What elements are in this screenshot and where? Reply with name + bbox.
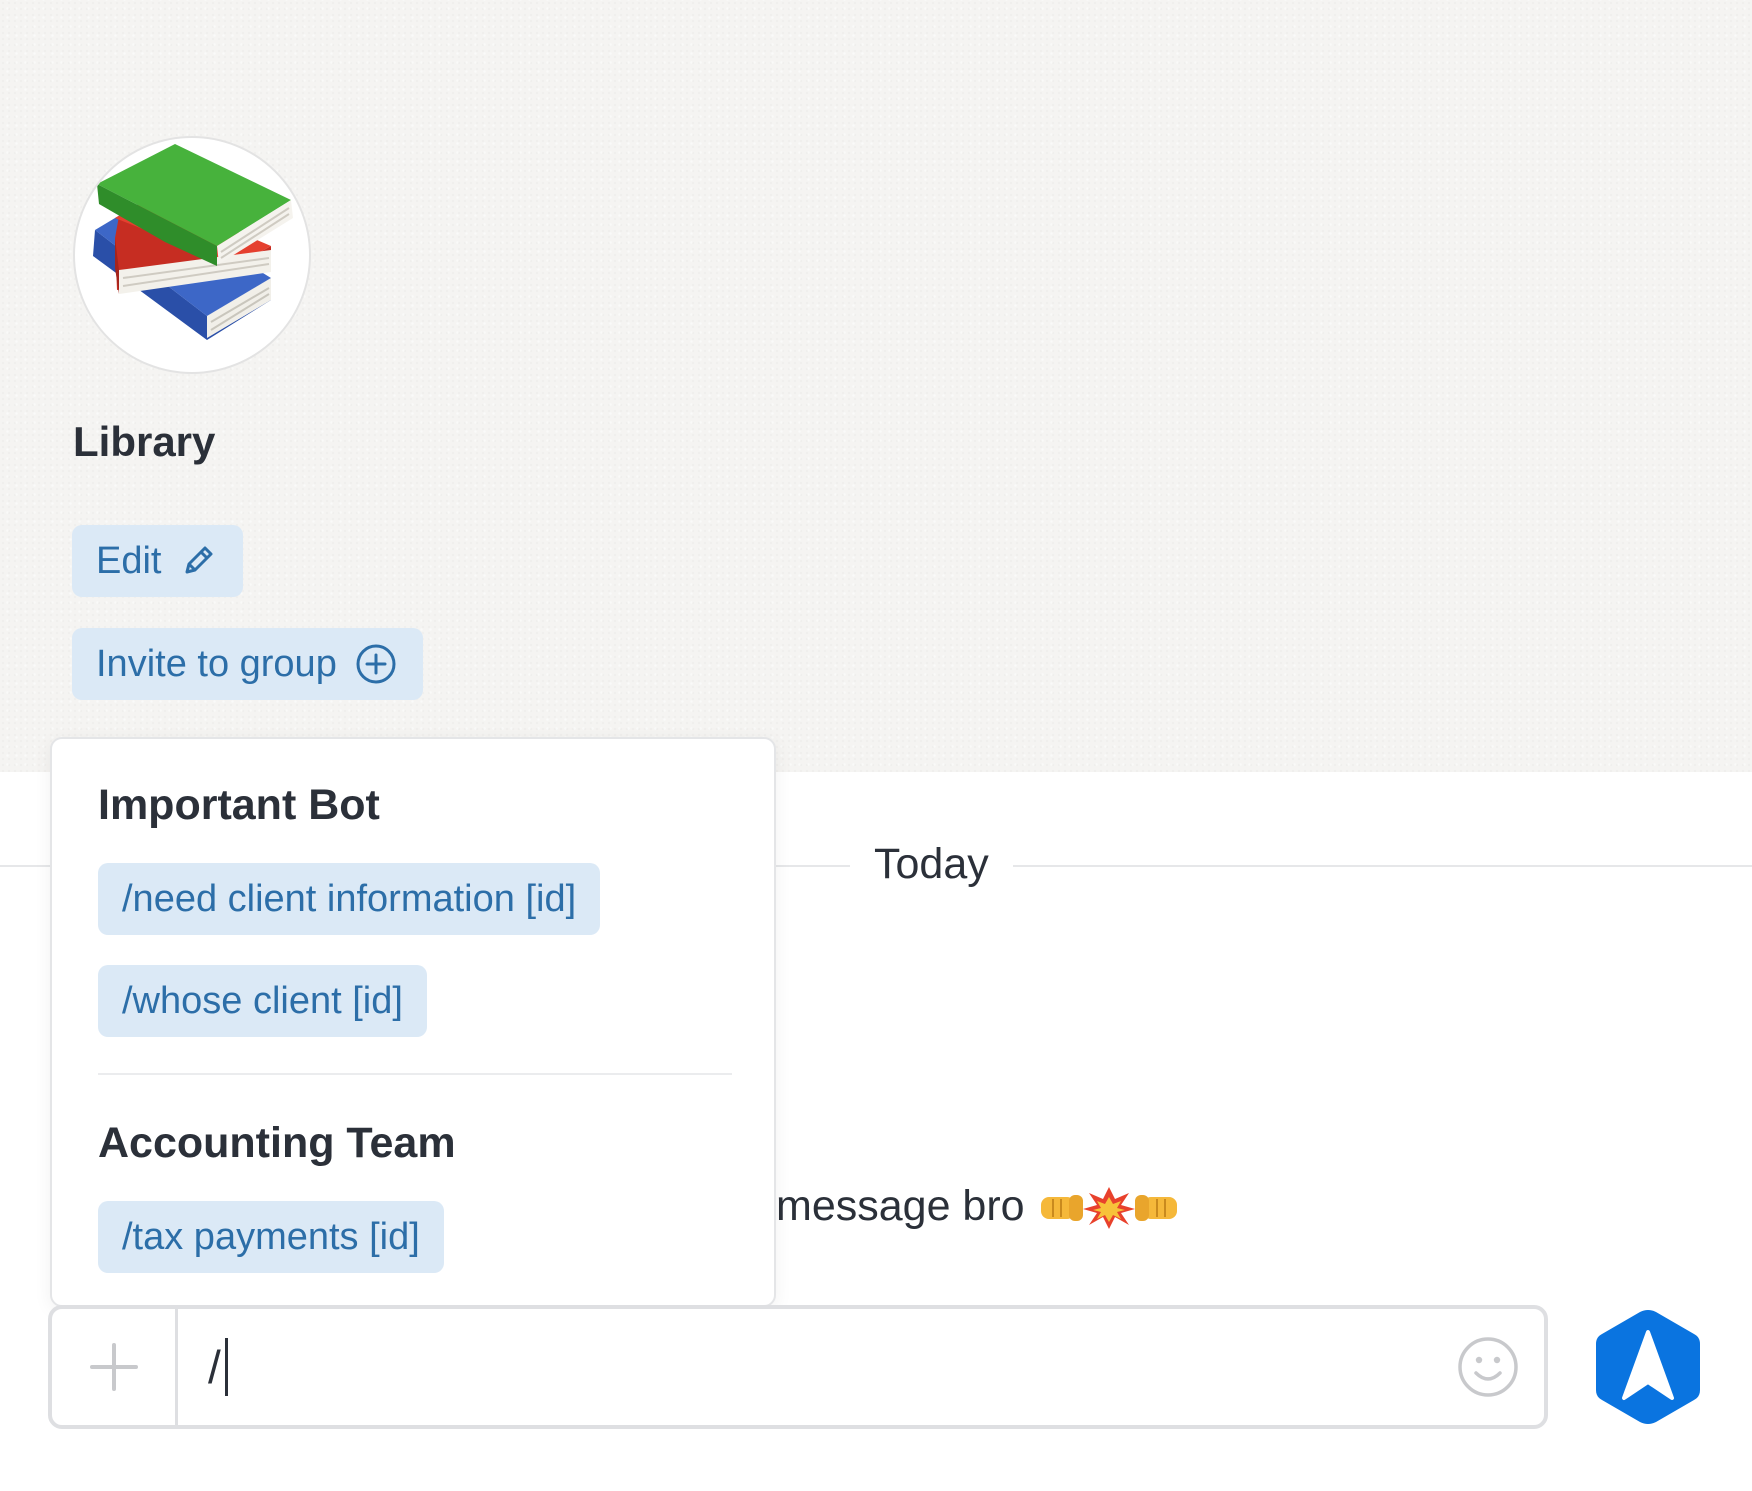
group-avatar[interactable] (73, 136, 311, 374)
message-input[interactable]: / (208, 1329, 1408, 1405)
edit-button[interactable]: Edit (72, 525, 244, 597)
edit-button-label: Edit (96, 539, 162, 582)
message-text-content: message bro (776, 1182, 1025, 1230)
message-text: message bro (776, 1182, 1179, 1231)
command-need-client-information[interactable]: /need client information [id] (98, 863, 601, 935)
fist-bump-emoji (1039, 1185, 1179, 1229)
command-whose-client[interactable]: /whose client [id] (98, 965, 427, 1037)
send-arrow-icon (1596, 1310, 1700, 1424)
pencil-icon (179, 542, 217, 580)
emoji-button[interactable] (1456, 1335, 1520, 1404)
section-title-accounting-team: Accounting Team (98, 1119, 456, 1167)
invite-button-label: Invite to group (96, 642, 337, 685)
command-tax-payments[interactable]: /tax payments [id] (98, 1201, 444, 1273)
popup-divider (98, 1073, 732, 1075)
message-input-value: / (208, 1341, 221, 1393)
invite-to-group-button[interactable]: Invite to group (72, 628, 423, 700)
attach-button[interactable] (52, 1309, 178, 1425)
send-button[interactable] (1592, 1306, 1704, 1428)
books-icon (93, 144, 293, 340)
plus-icon (89, 1343, 138, 1391)
smiley-icon (1458, 1337, 1518, 1397)
day-divider-label: Today (850, 840, 1013, 889)
command-suggestions-popup: Important Bot /need client information [… (50, 737, 776, 1307)
message-composer: / (48, 1305, 1548, 1429)
chat-page: Library Edit Invite to group Today messa… (0, 0, 1752, 1491)
text-caret (224, 1338, 228, 1396)
group-name: Library (73, 418, 216, 465)
plus-circle-icon (355, 643, 397, 685)
section-title-important-bot: Important Bot (98, 781, 380, 829)
